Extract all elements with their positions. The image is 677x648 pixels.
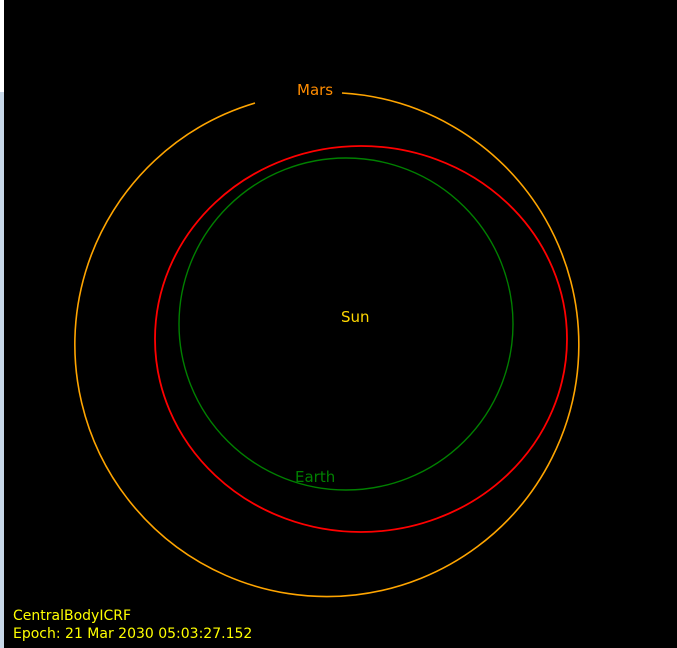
3d-orbit-viewport[interactable]: Sun Earth Mars CentralBodyICRF Epoch: 21… (0, 0, 677, 648)
sun-label: Sun (341, 308, 370, 326)
status-overlay: CentralBodyICRF Epoch: 21 Mar 2030 05:03… (13, 607, 252, 643)
orbit-scene (74, 92, 580, 598)
epoch-text: Epoch: 21 Mar 2030 05:03:27.152 (13, 626, 253, 642)
mars-label: Mars (297, 81, 334, 99)
mars-orbit (74, 92, 580, 598)
earth-label: Earth (295, 468, 336, 486)
reference-frame-text: CentralBodyICRF (13, 608, 132, 624)
transfer-orbit (154, 145, 568, 533)
